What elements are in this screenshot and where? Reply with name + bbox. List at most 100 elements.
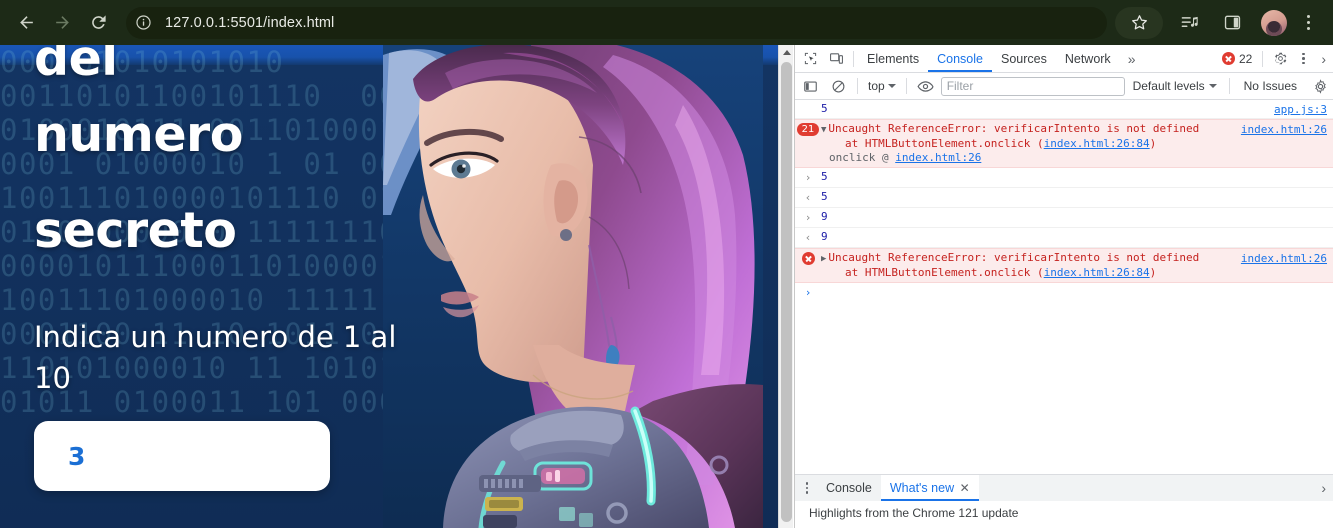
page-viewport: 000 01010101010 00110101100101110 001100… <box>0 45 793 528</box>
console-output-row[interactable]: ‹ 5 <box>795 188 1333 208</box>
menu-dot <box>1306 27 1310 30</box>
devtools-overflow-arrow[interactable]: › <box>1313 51 1333 67</box>
console-message-list[interactable]: 5 app.js:3 21 ▼ Uncaught ReferenceError: … <box>795 100 1333 474</box>
row-gutter <box>795 102 821 103</box>
drawer-tab-label: What's new <box>889 481 955 495</box>
clear-console-icon <box>832 80 844 92</box>
error-count-badge[interactable]: 22 <box>1221 51 1258 66</box>
console-input-row[interactable]: › 9 <box>795 208 1333 228</box>
devtools-settings-button[interactable] <box>1267 46 1293 72</box>
menu-dot <box>1302 57 1305 60</box>
console-sidebar-toggle[interactable] <box>797 73 823 99</box>
input-arrow-icon: › <box>804 211 812 224</box>
trace-source-link[interactable]: index.html:26 <box>895 151 981 164</box>
console-error-group-row[interactable]: 21 ▼ Uncaught ReferenceError: verificarIn… <box>795 119 1333 168</box>
browser-toolbar: 127.0.0.1:5501/index.html <box>0 0 1333 45</box>
eye-icon <box>917 80 934 92</box>
filterbar-divider-2 <box>905 78 907 94</box>
drawer-overflow-arrow[interactable]: › <box>1313 480 1333 496</box>
web-page: 000 01010101010 00110101100101110 001100… <box>0 45 778 528</box>
console-row[interactable]: 5 app.js:3 <box>795 100 1333 119</box>
source-link[interactable]: index.html:26 <box>1241 123 1327 137</box>
source-link[interactable]: index.html:26 <box>1241 252 1327 266</box>
error-repeat-count: 21 <box>796 123 820 136</box>
forward-button[interactable] <box>47 8 77 38</box>
cyberpunk-woman-illustration <box>383 45 763 528</box>
bookmark-button[interactable] <box>1115 6 1163 39</box>
dock-side-icon <box>803 80 817 92</box>
page-subtitle: Indica un numero de 1 al 10 <box>34 320 397 395</box>
error-count-text: 22 <box>1238 51 1253 66</box>
tab-console[interactable]: Console <box>928 45 992 72</box>
stack-source-link[interactable]: index.html:26:84 <box>1044 266 1150 279</box>
console-input-value: 9 <box>821 210 828 223</box>
close-icon[interactable]: ✕ <box>958 481 970 495</box>
drawer-more-button[interactable] <box>797 475 817 501</box>
gear-icon <box>1314 78 1326 94</box>
filterbar-divider-3 <box>1228 78 1230 94</box>
tab-network[interactable]: Network <box>1056 45 1120 72</box>
collapse-triangle-icon[interactable]: ▶ <box>821 254 826 264</box>
chrome-menu-button[interactable] <box>1295 8 1321 38</box>
page-scrollbar[interactable] <box>778 45 793 528</box>
execution-context-selector[interactable]: top <box>864 79 900 93</box>
console-prompt-row[interactable]: › <box>795 283 1333 303</box>
side-panel-icon <box>1224 15 1240 30</box>
clear-console-button[interactable] <box>825 73 851 99</box>
console-value: 5 <box>821 102 828 115</box>
console-error-row[interactable]: ▶ Uncaught ReferenceError: verificarInten… <box>795 248 1333 283</box>
scrollbar-thumb[interactable] <box>781 62 792 522</box>
source-link[interactable]: app.js:3 <box>1274 103 1327 117</box>
live-expression-button[interactable] <box>913 73 939 99</box>
reload-button[interactable] <box>83 8 113 38</box>
menu-dot <box>1302 61 1305 65</box>
back-button[interactable] <box>11 8 41 38</box>
stack-source-link[interactable]: index.html:26:84 <box>1044 137 1150 150</box>
menu-dot <box>805 491 809 494</box>
devtools-more-button[interactable] <box>1293 46 1313 72</box>
inspect-element-button[interactable] <box>797 46 823 72</box>
side-panel-button[interactable] <box>1217 8 1247 38</box>
error-x-icon <box>1221 52 1235 65</box>
site-info-button[interactable] <box>129 9 157 37</box>
console-input-row[interactable]: › 5 <box>795 168 1333 188</box>
star-icon <box>1131 15 1147 30</box>
row-gutter <box>795 251 821 265</box>
device-toolbar-button[interactable] <box>823 46 849 72</box>
console-output-row[interactable]: ‹ 9 <box>795 228 1333 248</box>
expand-triangle-icon[interactable]: ▼ <box>821 125 826 135</box>
more-tabs-button[interactable]: » <box>1120 51 1143 67</box>
whats-new-panel: Highlights from the Chrome 121 update <box>795 501 1333 528</box>
page-title-line-2: numero <box>34 106 243 163</box>
console-output-value: 9 <box>821 230 828 243</box>
input-arrow-icon: › <box>804 171 812 184</box>
forward-arrow-icon <box>55 16 69 29</box>
tab-elements[interactable]: Elements <box>858 45 928 72</box>
filterbar-divider <box>857 78 858 94</box>
menu-dot <box>1302 52 1305 56</box>
chevron-down-icon <box>1208 84 1217 88</box>
address-bar[interactable]: 127.0.0.1:5501/index.html <box>126 6 1107 39</box>
tabbar-divider <box>853 50 854 67</box>
prompt-caret-icon: › <box>804 286 812 299</box>
devtools-panel: Elements Console Sources Network » 22 › <box>794 45 1333 528</box>
console-filter-bar: top Default levels No Issues <box>795 73 1333 100</box>
drawer-tab-console[interactable]: Console <box>817 475 881 501</box>
devtools-tabbar: Elements Console Sources Network » 22 › <box>795 45 1333 73</box>
console-filter-input[interactable] <box>940 76 1125 96</box>
hero-illustration <box>383 45 763 528</box>
log-levels-selector[interactable]: Default levels <box>1127 79 1223 93</box>
tab-sources[interactable]: Sources <box>992 45 1056 72</box>
console-settings-button[interactable] <box>1307 73 1333 99</box>
number-input[interactable] <box>34 421 330 491</box>
media-controls-button[interactable] <box>1175 8 1205 38</box>
chevron-down-icon <box>887 84 896 88</box>
error-stack-line: at HTMLButtonElement.onclick (index.html… <box>845 266 1157 279</box>
scroll-up-arrow-icon[interactable] <box>779 45 794 60</box>
drawer-tab-whats-new[interactable]: What's new ✕ <box>880 475 979 501</box>
reload-icon <box>91 15 106 29</box>
error-x-icon <box>801 252 815 265</box>
profile-avatar[interactable] <box>1261 9 1287 36</box>
device-toolbar-icon <box>829 53 843 64</box>
issues-status[interactable]: No Issues <box>1236 79 1305 93</box>
